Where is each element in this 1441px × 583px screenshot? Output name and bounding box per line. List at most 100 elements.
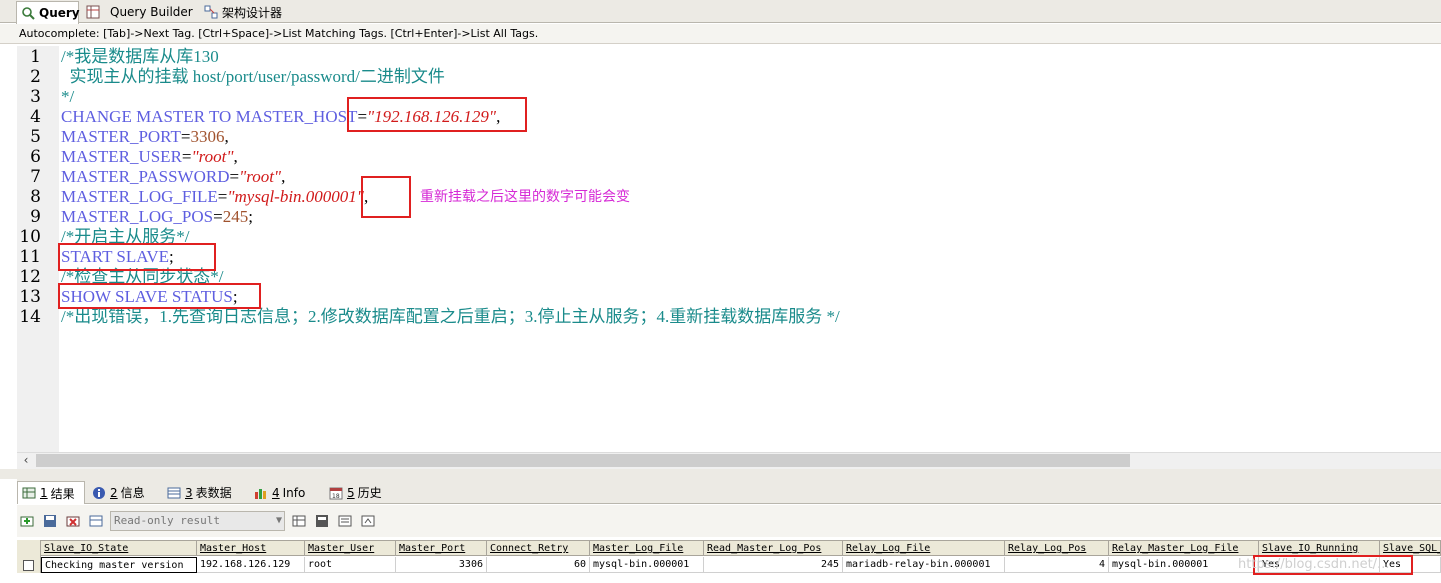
tab-messages[interactable]: 2 信息 [88, 481, 158, 504]
grid-cell[interactable]: 192.168.126.129 [197, 557, 305, 573]
line-number: 13 [19, 287, 41, 307]
tab-history-num: 5 [347, 485, 355, 500]
code-token: /*出现错误，1.先查询日志信息；2.修改数据库配置之后重启；3.停止主从服务；… [61, 307, 840, 326]
code-token: "root" [239, 167, 282, 186]
column-header[interactable]: Connect_Retry [487, 540, 590, 556]
export-icon[interactable] [361, 513, 375, 527]
query-builder-icon [86, 5, 100, 19]
code-token: ; [248, 207, 253, 226]
result-grid-icon [22, 486, 36, 500]
highlight-log-file-number [361, 176, 411, 218]
tab-table-data-label: 表数据 [195, 486, 232, 500]
tab-info[interactable]: 4 Info [250, 481, 321, 504]
row-checkbox[interactable] [23, 560, 34, 571]
column-header[interactable]: Master_Host [197, 540, 305, 556]
code-token: = [181, 147, 192, 166]
highlight-show-slave-status [58, 283, 261, 309]
tab-result[interactable]: 1 结果 [17, 481, 85, 504]
grid-cell[interactable]: root [305, 557, 396, 573]
tab-result-num: 1 [40, 486, 48, 500]
column-header[interactable]: Master_Log_File [590, 540, 704, 556]
form-view-icon[interactable] [315, 513, 329, 527]
grid-cell[interactable]: 3306 [396, 557, 487, 573]
watermark: https://blog.csdn.net/... [1238, 557, 1390, 572]
autocomplete-hint: Autocomplete: [Tab]->Next Tag. [Ctrl+Spa… [0, 24, 1441, 44]
result-mode-select[interactable]: Read-only result ▼ [110, 511, 285, 531]
grid-cell[interactable]: 4 [1005, 557, 1109, 573]
tab-messages-label: 信息 [120, 486, 145, 500]
tab-query[interactable]: Query [16, 1, 80, 24]
grid-cell[interactable]: mysql-bin.000001 [1109, 557, 1259, 573]
pane-splitter[interactable] [0, 469, 1441, 479]
code-line[interactable]: /*我是数据库从库130 [61, 47, 219, 67]
line-number: 4 [30, 107, 41, 127]
column-header[interactable]: Read_Master_Log_Pos [704, 540, 843, 556]
code-token: MASTER_PORT [61, 127, 181, 146]
code-line[interactable]: MASTER_LOG_POS=245; [61, 207, 253, 227]
column-header[interactable]: Relay_Log_Pos [1005, 540, 1109, 556]
scrollbar-thumb[interactable] [36, 454, 1130, 467]
code-token: , [281, 167, 286, 186]
code-token: = [213, 207, 223, 226]
grid-cell[interactable]: mysql-bin.000001 [590, 557, 704, 573]
code-line[interactable]: MASTER_USER="root", [61, 147, 238, 167]
history-calendar-icon: 18 [329, 486, 343, 500]
code-token: /*我是数据库从库130 [61, 47, 219, 66]
tab-info-label: Info [282, 485, 306, 500]
code-token: 实现主从的挂载 host/port/user/password/二进制文件 [61, 67, 445, 86]
column-header[interactable]: Slave_IO_State [41, 540, 197, 556]
code-token: , [224, 127, 229, 146]
line-number: 1 [30, 47, 41, 67]
line-number: 3 [30, 87, 41, 107]
code-token: MASTER_PASSWORD [61, 167, 230, 186]
grid-cell[interactable]: mariadb-relay-bin.000001 [843, 557, 1005, 573]
tab-history-label: 历史 [357, 486, 382, 500]
code-line[interactable]: MASTER_PORT=3306, [61, 127, 229, 147]
line-number: 2 [30, 67, 41, 87]
annotation-note: 重新挂载之后这里的数字可能会变 [420, 189, 630, 205]
column-header[interactable]: Master_Port [396, 540, 487, 556]
code-token: */ [61, 87, 75, 106]
info-circle-icon [92, 486, 106, 500]
line-number: 7 [30, 167, 41, 187]
tab-info-num: 4 [272, 485, 280, 500]
code-token: "root" [191, 147, 234, 166]
grid-view-icon[interactable] [292, 513, 306, 527]
tab-schema-designer-label: 架构设计器 [222, 5, 283, 20]
save-changes-icon[interactable] [43, 513, 57, 527]
column-header[interactable]: Relay_Log_File [843, 540, 1005, 556]
code-line[interactable]: /*出现错误，1.先查询日志信息；2.修改数据库配置之后重启；3.停止主从服务；… [61, 307, 840, 327]
highlight-start-slave [58, 243, 216, 271]
scroll-left-arrow-icon[interactable]: ‹ [17, 452, 35, 469]
delete-row-icon[interactable] [66, 513, 80, 527]
tab-table-data-num: 3 [185, 485, 193, 500]
code-line[interactable]: 实现主从的挂载 host/port/user/password/二进制文件 [61, 67, 445, 87]
column-header[interactable]: Master_User [305, 540, 396, 556]
line-number: 10 [19, 227, 41, 247]
code-line[interactable]: */ [61, 87, 74, 107]
refresh-grid-icon[interactable] [89, 513, 103, 527]
text-view-icon[interactable] [338, 513, 352, 527]
code-token: , [233, 147, 238, 166]
grid-cell[interactable]: 245 [704, 557, 843, 573]
column-header[interactable]: Relay_Master_Log_File [1109, 540, 1259, 556]
line-number: 5 [30, 127, 41, 147]
tab-query-builder[interactable]: Query Builder [82, 1, 197, 23]
tab-messages-num: 2 [110, 485, 118, 500]
tab-schema-designer[interactable]: 架构设计器 [200, 1, 288, 23]
column-header[interactable]: Slave_IO_Running [1259, 540, 1380, 556]
code-token: MASTER_LOG_FILE [61, 187, 218, 206]
code-line[interactable]: MASTER_PASSWORD="root", [61, 167, 285, 187]
grid-cell[interactable]: Checking master version [41, 557, 197, 573]
line-number: 6 [30, 147, 41, 167]
line-number: 14 [19, 307, 41, 327]
line-number: 12 [19, 267, 41, 287]
column-header[interactable]: Slave_SQL_ [1380, 540, 1441, 556]
code-line[interactable]: MASTER_LOG_FILE="mysql-bin.000001", [61, 187, 368, 207]
grid-cell[interactable]: 60 [487, 557, 590, 573]
tab-table-data[interactable]: 3 表数据 [163, 481, 247, 504]
query-tab-bar: Query Query Builder 架构设计器 [0, 0, 1441, 24]
line-number: 8 [30, 187, 41, 207]
tab-history[interactable]: 18 5 历史 [325, 481, 398, 504]
insert-row-icon[interactable] [20, 513, 34, 527]
